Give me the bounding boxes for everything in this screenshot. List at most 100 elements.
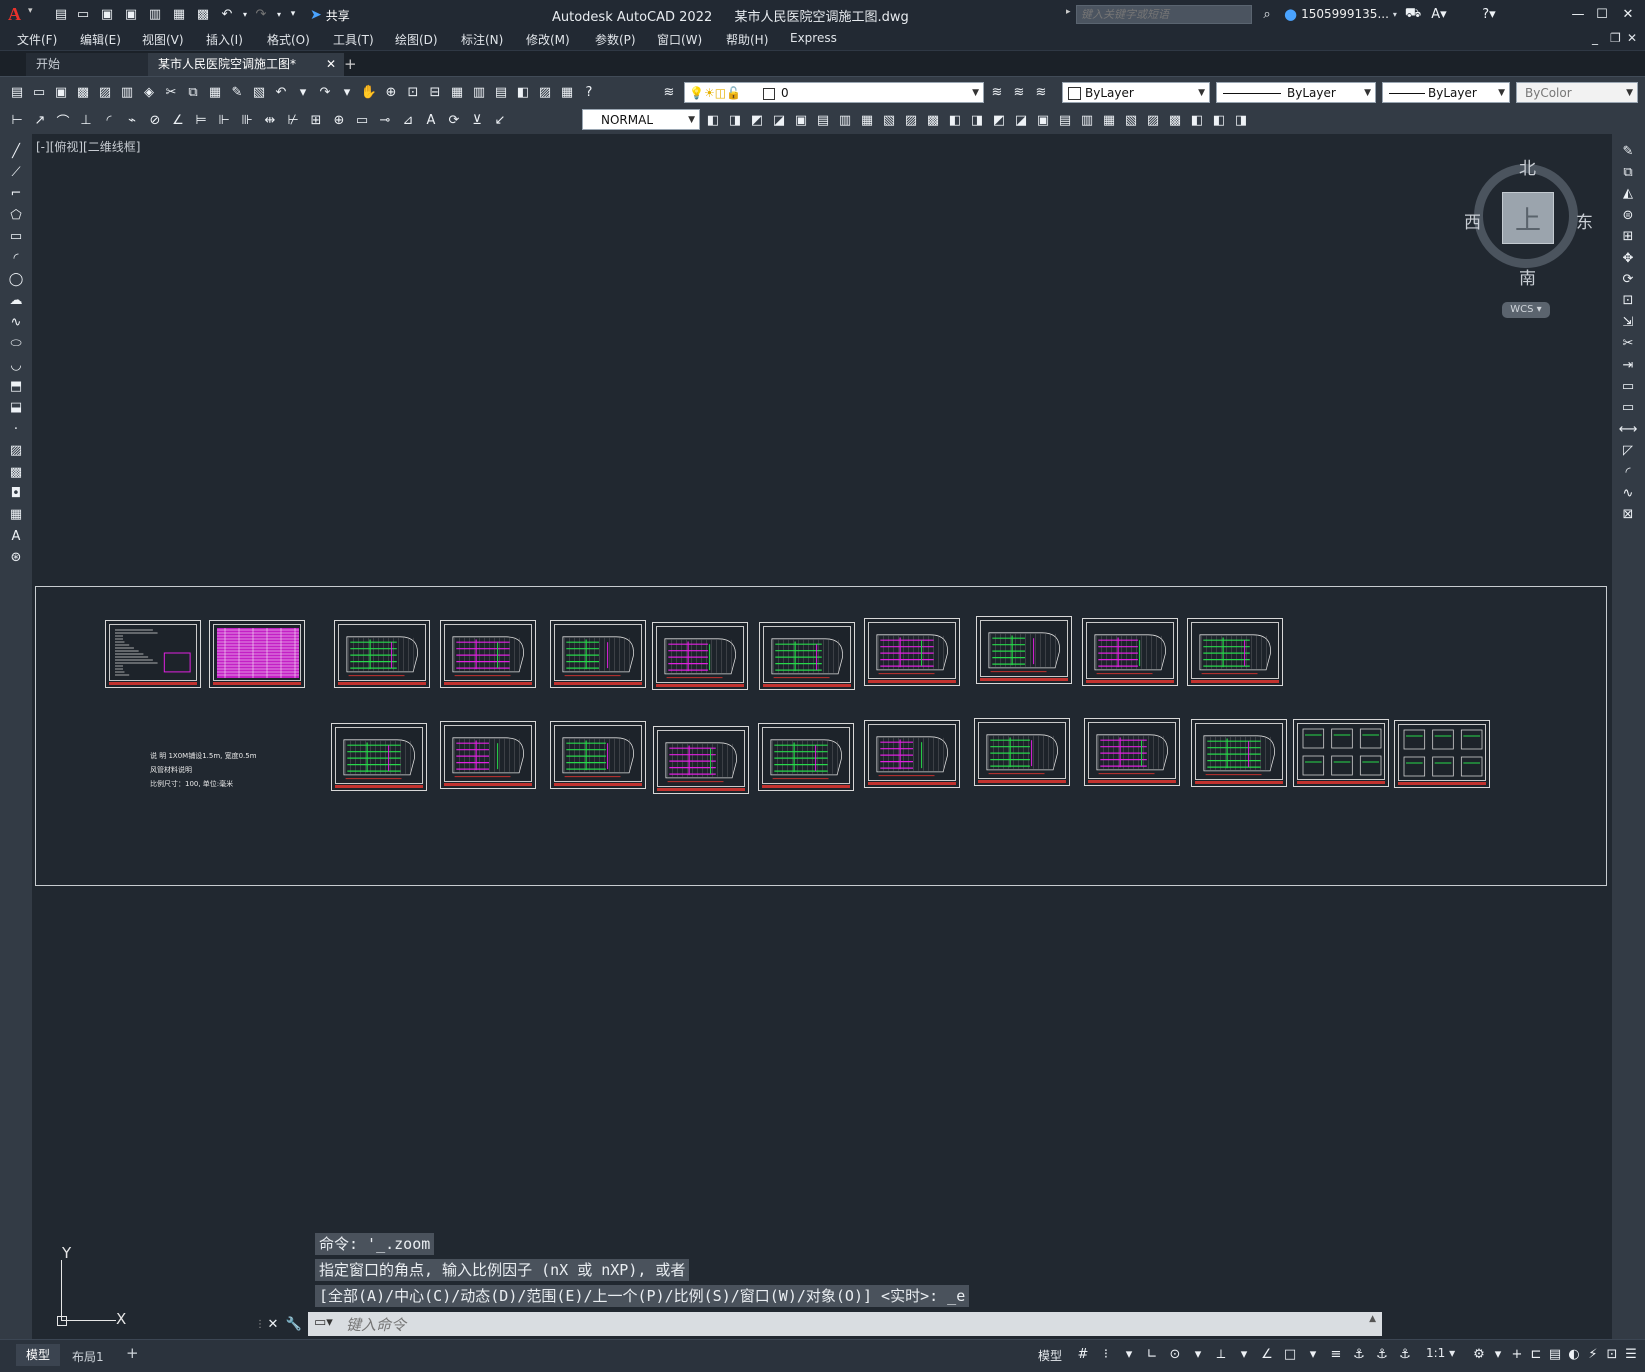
cart-icon[interactable]: ⛟	[1404, 5, 1422, 23]
erase-icon[interactable]: ✎	[1619, 142, 1637, 160]
pyramid-icon[interactable]: ▥	[836, 111, 854, 129]
menu-dimension[interactable]: 标注(N)	[461, 31, 503, 48]
section-icon[interactable]: ▥	[1078, 111, 1096, 129]
menu-file[interactable]: 文件(F)	[17, 31, 57, 48]
wedge-icon[interactable]: ◨	[726, 111, 744, 129]
linear-dim-icon[interactable]: ⊢	[8, 111, 26, 129]
search-expand-icon[interactable]: ▸	[1066, 7, 1071, 17]
circle-icon[interactable]: ◯	[7, 270, 25, 288]
table-icon[interactable]: ▦	[7, 506, 25, 524]
interfere-icon[interactable]: ▦	[1100, 111, 1118, 129]
dim-update-icon[interactable]: ⟳	[445, 111, 463, 129]
object-snap-icon[interactable]: □	[1281, 1345, 1299, 1363]
move-icon[interactable]: ✥	[1619, 249, 1637, 267]
grid-icon[interactable]: #	[1074, 1345, 1092, 1363]
polar-dropdown-icon[interactable]: ▾	[1189, 1345, 1207, 1363]
block-editor-icon[interactable]: ▧	[250, 83, 268, 101]
undo-list-icon[interactable]: ▾	[294, 83, 312, 101]
polar-icon[interactable]: ⊙	[1166, 1345, 1184, 1363]
aligned-dim-icon[interactable]: ↗	[31, 111, 49, 129]
scale-icon[interactable]: ⊡	[1619, 292, 1637, 310]
line-icon[interactable]: ╱	[7, 142, 25, 160]
match-properties-icon[interactable]: ✎	[228, 83, 246, 101]
menu-edit[interactable]: 编辑(E)	[80, 31, 121, 48]
command-close-icon[interactable]: ✕	[266, 1314, 280, 1334]
dim-break-icon[interactable]: ⊬	[284, 111, 302, 129]
sheet-set-icon[interactable]: ◧	[514, 83, 532, 101]
extend-icon[interactable]: ⇥	[1619, 356, 1637, 374]
revolve-icon[interactable]: ◧	[946, 111, 964, 129]
loft-icon[interactable]: ◨	[968, 111, 986, 129]
plotstyle-combo[interactable]: ByColor ▼	[1516, 82, 1638, 103]
region-icon[interactable]: ◘	[7, 484, 25, 502]
fillet-icon[interactable]: ◜	[1619, 463, 1637, 481]
add-selected-icon[interactable]: ⊛	[7, 549, 25, 567]
clean-icon[interactable]: ◨	[1232, 111, 1250, 129]
polyline-icon[interactable]: ⌐	[7, 185, 25, 203]
doc-restore-icon[interactable]: ❐	[1610, 31, 1621, 45]
presspull-icon[interactable]: ▨	[902, 111, 920, 129]
maximize-button[interactable]: ☐	[1592, 4, 1612, 24]
stretch-icon[interactable]: ⇲	[1619, 313, 1637, 331]
customize-qat-icon[interactable]: ▾	[284, 5, 302, 23]
search-input[interactable]	[1076, 5, 1252, 24]
minimize-button[interactable]: —	[1568, 4, 1588, 24]
help-toolbar-icon[interactable]: ?	[580, 83, 598, 101]
color-combo[interactable]: ByLayer ▼	[1062, 82, 1210, 103]
plot-icon[interactable]: ▩	[194, 5, 212, 23]
isodraft-dropdown-icon[interactable]: ▾	[1235, 1345, 1253, 1363]
torus-icon[interactable]: ▤	[814, 111, 832, 129]
explode-icon[interactable]: ⊠	[1619, 506, 1637, 524]
zoom-realtime-icon[interactable]: ⊕	[382, 83, 400, 101]
diameter-icon[interactable]: ⊘	[146, 111, 164, 129]
doc-minimize-icon[interactable]: _	[1592, 31, 1598, 45]
subtract-icon[interactable]: ◪	[1012, 111, 1030, 129]
publish-icon[interactable]: ▥	[146, 5, 164, 23]
autocad-logo-icon[interactable]: A	[8, 4, 26, 24]
redo-icon[interactable]: ↷	[252, 5, 270, 23]
autodesk-a360-icon[interactable]: A▾	[1428, 5, 1450, 23]
menu-insert[interactable]: 插入(I)	[206, 31, 243, 48]
rotate-icon[interactable]: ⟳	[1619, 270, 1637, 288]
annotation-visibility-icon[interactable]: ⚓	[1350, 1345, 1368, 1363]
zoom-previous-icon[interactable]: ⊟	[426, 83, 444, 101]
user-account[interactable]: ● 1505999135... ▾	[1284, 5, 1397, 23]
properties-icon[interactable]: ▦	[448, 83, 466, 101]
hardware-acceleration-icon[interactable]: ⚡	[1584, 1345, 1602, 1363]
tool-palettes-icon[interactable]: ▤	[492, 83, 510, 101]
break-at-point-icon[interactable]: ▭	[1619, 377, 1637, 395]
undo-icon[interactable]: ↶	[218, 5, 236, 23]
ordinate-icon[interactable]: ⊥	[77, 111, 95, 129]
command-history-toggle-icon[interactable]: ▲	[1369, 1314, 1376, 1324]
copy-icon[interactable]: ⧉	[184, 83, 202, 101]
shell-icon[interactable]: ◧	[1188, 111, 1206, 129]
command-input[interactable]	[344, 1314, 1348, 1336]
doc-close-icon[interactable]: ✕	[1627, 31, 1637, 45]
add-layout-button[interactable]: +	[126, 1344, 139, 1362]
menu-express[interactable]: Express	[790, 31, 837, 45]
multiline-text-icon[interactable]: A	[7, 527, 25, 545]
imprint-icon[interactable]: ▨	[1144, 111, 1162, 129]
design-center-icon[interactable]: ▥	[470, 83, 488, 101]
center-mark-icon[interactable]: ⊕	[330, 111, 348, 129]
dim-edit-icon[interactable]: ⊿	[399, 111, 417, 129]
qnew-icon[interactable]: ▤	[8, 83, 26, 101]
menu-modify[interactable]: 修改(M)	[526, 31, 570, 48]
object-snap-dropdown-icon[interactable]: ▾	[1304, 1345, 1322, 1363]
sphere-icon[interactable]: ◪	[770, 111, 788, 129]
plot-icon[interactable]: ▩	[74, 83, 92, 101]
undo-icon[interactable]: ↶	[272, 83, 290, 101]
arc-length-icon[interactable]: ⌒	[54, 111, 72, 130]
app-menu-chevron-icon[interactable]: ▾	[28, 6, 33, 16]
copy-object-icon[interactable]: ⧉	[1619, 163, 1637, 181]
menu-draw[interactable]: 绘图(D)	[395, 31, 438, 48]
export-icon[interactable]: ▦	[170, 5, 188, 23]
menu-view[interactable]: 视图(V)	[142, 31, 184, 48]
polygon-icon[interactable]: ⬠	[7, 206, 25, 224]
match-layer-icon[interactable]: ≋	[1010, 83, 1028, 101]
break-icon[interactable]: ▭	[1619, 399, 1637, 417]
publish-3d-icon[interactable]: ◈	[140, 83, 158, 101]
annotation-scale-icon[interactable]: ⚓	[1396, 1345, 1414, 1363]
clean-screen-icon[interactable]: ⊡	[1603, 1345, 1621, 1363]
construction-line-icon[interactable]: ⟋	[7, 163, 25, 181]
